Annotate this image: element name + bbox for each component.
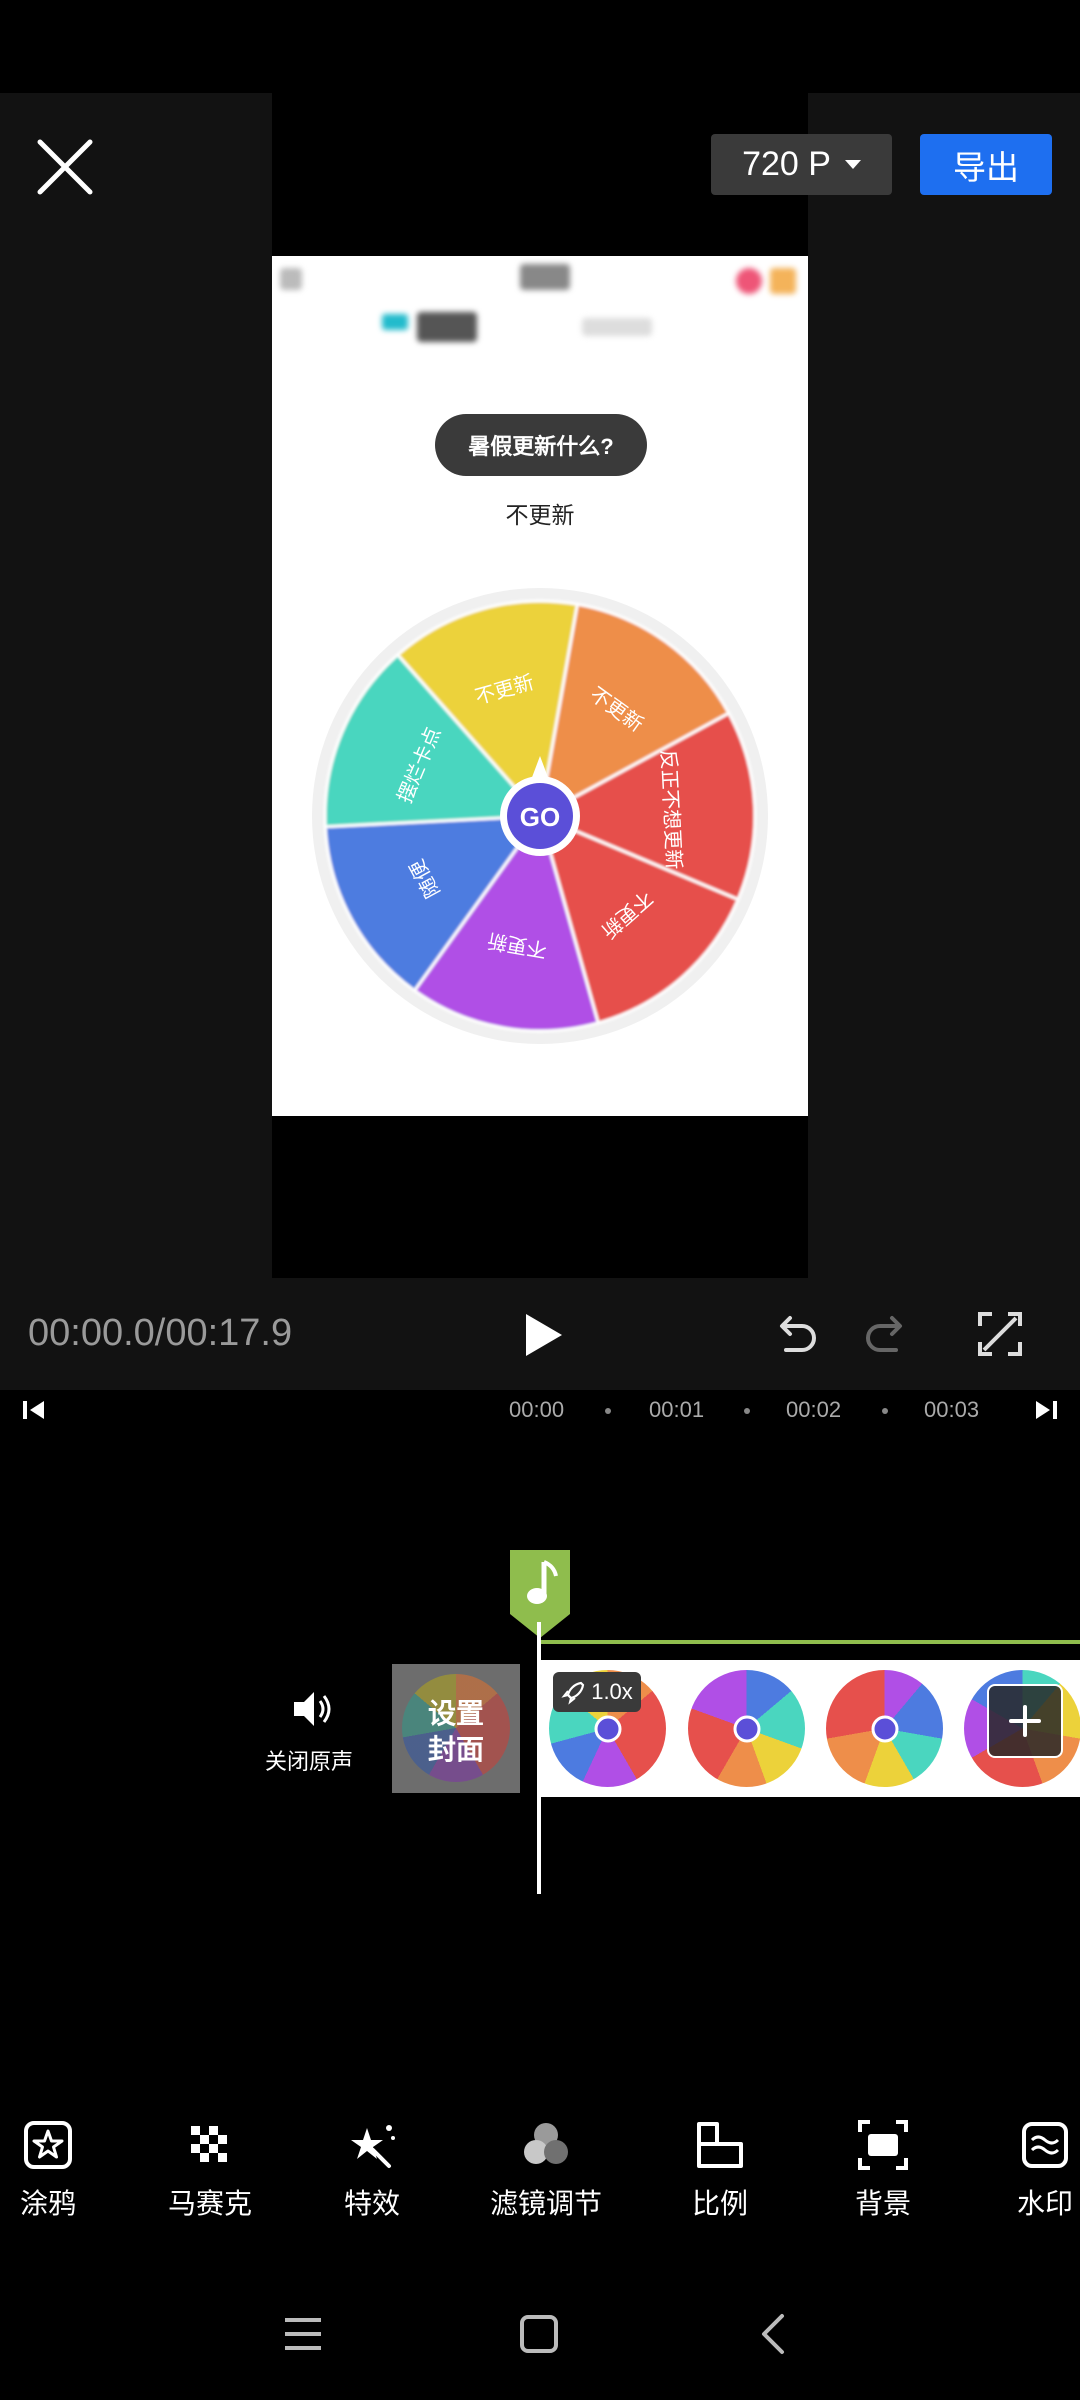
tool-label: 水印 bbox=[1016, 2188, 1073, 2219]
playhead[interactable] bbox=[537, 1622, 541, 1894]
tool-label: 背景 bbox=[854, 2188, 911, 2219]
effects-icon bbox=[351, 2125, 395, 2168]
tool-background[interactable]: 背景 bbox=[813, 2118, 953, 2222]
mosaic-icon bbox=[191, 2126, 227, 2162]
filter-icon bbox=[524, 2123, 568, 2164]
ruler-dot bbox=[605, 1408, 611, 1414]
clip-go-dot bbox=[594, 1715, 622, 1743]
home-icon[interactable] bbox=[518, 2313, 560, 2355]
resolution-dropdown[interactable]: 720 P bbox=[711, 134, 892, 195]
doodle-icon bbox=[24, 2121, 72, 2169]
ruler-time-2: 00:02 bbox=[786, 1397, 842, 1422]
clip-go-dot bbox=[733, 1715, 761, 1743]
redo-icon[interactable] bbox=[862, 1308, 912, 1358]
tool-effects[interactable]: 特效 bbox=[302, 2118, 442, 2222]
skip-to-end-icon[interactable] bbox=[1032, 1398, 1060, 1422]
go-label: GO bbox=[520, 802, 560, 832]
tool-label: 比例 bbox=[691, 2188, 748, 2219]
menu-icon[interactable] bbox=[282, 2314, 324, 2354]
watermark-icon bbox=[1022, 2122, 1068, 2168]
blurred-app-title bbox=[520, 264, 570, 290]
blurred-app-icon bbox=[280, 268, 302, 290]
blurred-badge-icon-2 bbox=[770, 268, 796, 294]
export-button[interactable]: 导出 bbox=[920, 134, 1052, 195]
speaker-icon[interactable] bbox=[290, 1688, 336, 1730]
clip-go-dot bbox=[871, 1715, 899, 1743]
close-icon[interactable] bbox=[30, 132, 100, 202]
tool-watermark[interactable]: 水印 bbox=[975, 2118, 1080, 2222]
tool-doodle[interactable]: 涂鸦 bbox=[0, 2118, 118, 2222]
blurred-tab-inactive bbox=[582, 318, 652, 336]
cover-label-line2: 封面 bbox=[427, 1734, 484, 1765]
blurred-badge-icon bbox=[736, 268, 762, 294]
add-clip-button[interactable] bbox=[987, 1684, 1063, 1758]
blurred-tab-active bbox=[417, 312, 477, 342]
fullscreen-icon[interactable] bbox=[976, 1310, 1024, 1358]
resolution-label: 720 P bbox=[742, 145, 831, 183]
ratio-icon bbox=[697, 2122, 743, 2168]
ruler-time-0: 00:00 bbox=[509, 1397, 565, 1422]
tool-filter[interactable]: 滤镜调节 bbox=[476, 2118, 616, 2222]
tool-ratio[interactable]: 比例 bbox=[650, 2118, 790, 2222]
question-pill: 暑假更新什么? bbox=[435, 414, 647, 476]
ruler-time-1: 00:01 bbox=[649, 1397, 705, 1422]
cover-label-line1: 设置 bbox=[427, 1698, 484, 1729]
speed-badge[interactable]: 1.0x bbox=[553, 1672, 641, 1712]
tool-label: 马赛克 bbox=[167, 2188, 252, 2219]
video-frame-content: 暑假更新什么? 不更新 不更新 反正不想更新 不更新 不更新 随便 摆烂卡点 不更新 GO bbox=[272, 256, 808, 1116]
rocket-icon bbox=[561, 1681, 585, 1705]
tool-mosaic[interactable]: 马赛克 bbox=[140, 2118, 280, 2222]
plus-icon bbox=[1009, 1705, 1041, 1737]
background-icon bbox=[858, 2120, 908, 2170]
blurred-tab-icon bbox=[382, 314, 408, 330]
mute-original-audio-label[interactable]: 关闭原声 bbox=[265, 1744, 353, 1776]
audio-track-line bbox=[541, 1640, 1080, 1644]
skip-to-start-icon[interactable] bbox=[20, 1398, 48, 1422]
tool-label: 特效 bbox=[343, 2188, 400, 2219]
caret-down-icon bbox=[844, 160, 861, 169]
timecode: 00:00.0/00:17.9 bbox=[28, 1312, 293, 1354]
answer-text: 不更新 bbox=[505, 502, 575, 528]
ruler-dot bbox=[882, 1408, 888, 1414]
ruler-time-3: 00:03 bbox=[924, 1397, 980, 1422]
back-icon[interactable] bbox=[756, 2312, 792, 2356]
spin-wheel: 不更新反正不想更新不更新不更新随便摆烂卡点不更新 GO bbox=[312, 588, 768, 1044]
tool-label: 涂鸦 bbox=[19, 2188, 76, 2219]
undo-icon[interactable] bbox=[770, 1308, 820, 1358]
cover-label: 设置 封面 bbox=[392, 1696, 520, 1768]
set-cover-button[interactable]: 设置 封面 bbox=[392, 1664, 520, 1793]
play-icon[interactable] bbox=[518, 1310, 568, 1360]
ruler-dot bbox=[744, 1408, 750, 1414]
speed-label: 1.0x bbox=[591, 1679, 633, 1704]
tool-label: 滤镜调节 bbox=[489, 2188, 602, 2219]
